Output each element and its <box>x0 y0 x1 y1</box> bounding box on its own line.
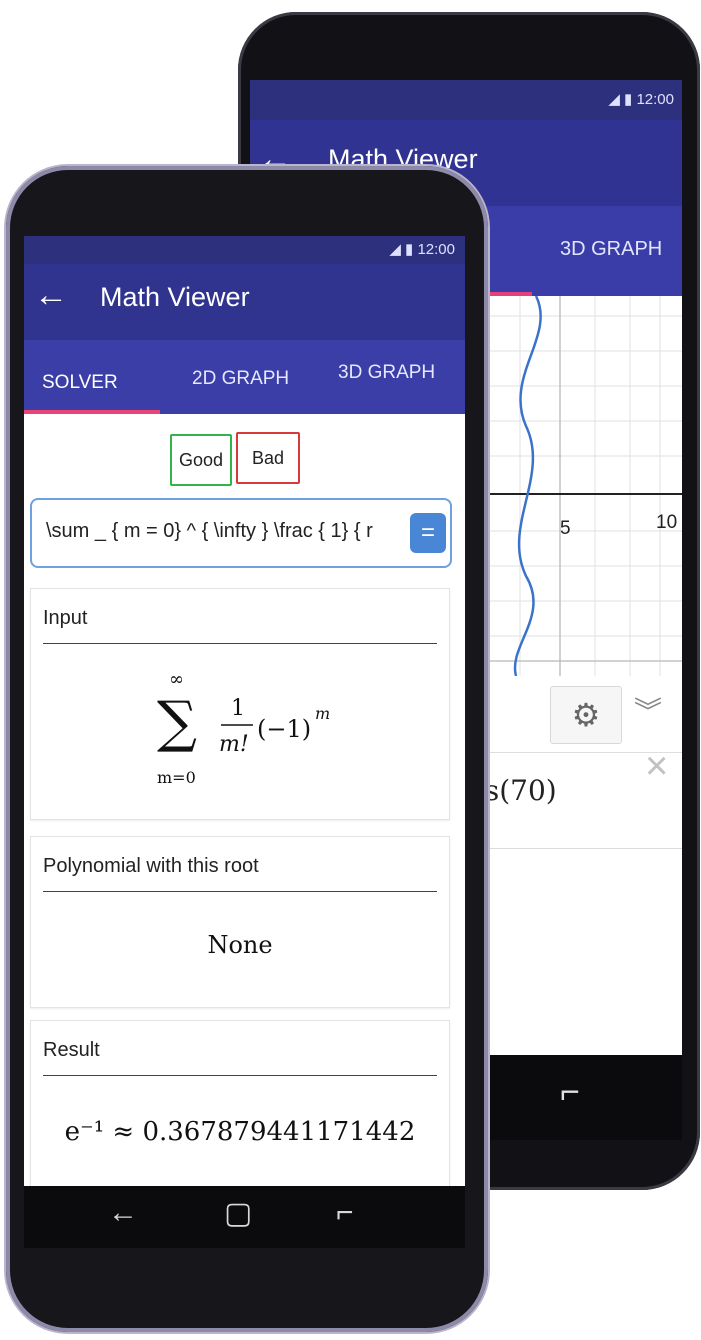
settings-button[interactable]: ⚙ <box>550 686 622 744</box>
equals-button[interactable]: = <box>410 513 446 553</box>
input-card: Input ∞ ∑ m=0 1 m! (−1) m <box>30 588 450 820</box>
divider <box>43 891 437 892</box>
polynomial-heading: Polynomial with this root <box>43 855 259 877</box>
sum-upper-limit: ∞ <box>169 669 184 690</box>
app-title: Math Viewer <box>100 282 250 312</box>
double-chevron-down-icon[interactable]: ︾ <box>634 690 662 730</box>
app-bar: ← Math Viewer <box>24 264 465 340</box>
status-time: 12:00 <box>636 91 674 108</box>
polynomial-value: None <box>207 931 273 959</box>
sum-lower-limit: m=0 <box>157 768 196 787</box>
status-time: 12:00 <box>417 241 455 258</box>
latex-input-field[interactable]: \sum _ { m = 0} ^ { \infty } \frac { 1} … <box>30 498 452 568</box>
polynomial-card: Polynomial with this root None <box>30 836 450 1008</box>
function-curve <box>513 296 542 676</box>
tab-3d-graph[interactable]: 3D GRAPH <box>338 362 435 384</box>
tab-bar: SOLVER 2D GRAPH 3D GRAPH <box>24 340 465 414</box>
x-tick-label-5: 5 <box>560 518 571 539</box>
result-heading: Result <box>43 1039 100 1061</box>
divider <box>43 643 437 644</box>
signal-battery-icon: ◢ ▮ <box>389 241 418 258</box>
recent-apps-icon[interactable]: ⌐ <box>560 1073 580 1112</box>
formula-tail: (−1) <box>257 715 311 743</box>
bad-button[interactable]: Bad <box>236 432 300 484</box>
rating-row: Good Bad <box>24 414 465 498</box>
status-bar: ◢ ▮ 12:00 <box>24 236 465 264</box>
tab-3d-graph[interactable]: 3D GRAPH <box>560 238 662 261</box>
latex-input-value: \sum _ { m = 0} ^ { \infty } \frac { 1} … <box>46 520 373 542</box>
nav-home-icon[interactable]: ▢ <box>224 1196 252 1231</box>
input-heading: Input <box>43 607 88 629</box>
nav-back-icon[interactable]: ← <box>108 1196 138 1230</box>
divider <box>43 1075 437 1076</box>
x-tick-label-10: 10 <box>656 512 677 533</box>
fraction-numerator: 1 <box>231 696 245 721</box>
signal-battery-icon: ◢ ▮ <box>608 91 637 108</box>
recent-apps-icon[interactable]: ⌐ <box>336 1196 354 1230</box>
navigation-bar: ← ▢ ⌐ <box>24 1186 465 1248</box>
formula-exponent: m <box>315 704 330 723</box>
sum-symbol: ∑ <box>157 690 197 755</box>
fraction-denominator: m! <box>219 732 249 757</box>
result-value: e⁻¹ ≈ 0.367879441171442 <box>64 1117 416 1147</box>
input-formula: ∞ ∑ m=0 1 m! (−1) m <box>157 669 330 787</box>
tab-solver[interactable]: SOLVER <box>42 372 118 394</box>
good-button[interactable]: Good <box>170 434 232 486</box>
tab-2d-graph[interactable]: 2D GRAPH <box>192 368 289 390</box>
front-phone-screen: ◢ ▮ 12:00 ← Math Viewer SOLVER 2D GRAPH … <box>24 236 465 1248</box>
back-arrow-icon[interactable]: ← <box>34 276 68 315</box>
close-icon[interactable]: × <box>645 744 668 789</box>
status-bar: ◢ ▮ 12:00 <box>250 80 682 120</box>
gear-icon: ⚙ <box>571 697 601 733</box>
